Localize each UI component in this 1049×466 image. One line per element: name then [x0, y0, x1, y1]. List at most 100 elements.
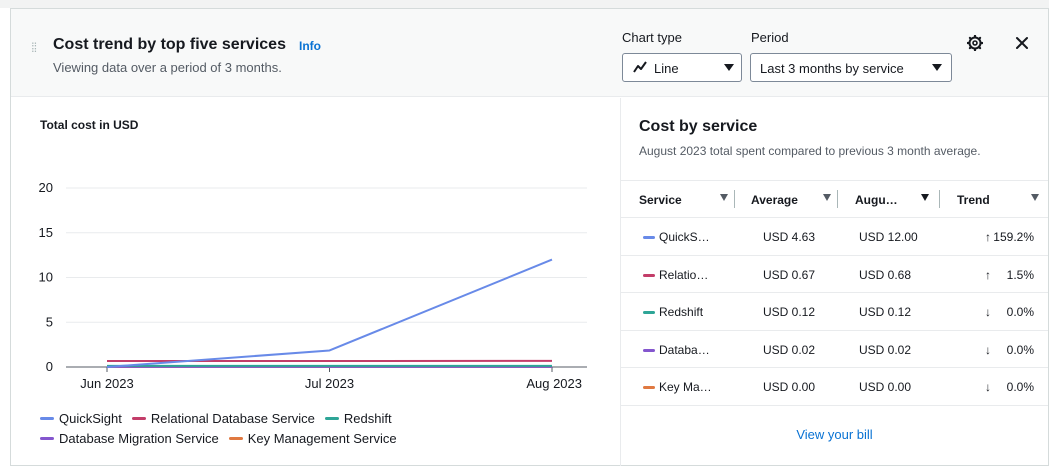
cell-august: USD 0.02	[859, 342, 912, 357]
legend-label: Key Management Service	[247, 431, 397, 446]
sort-descending-icon[interactable]	[921, 194, 929, 201]
view-bill-link[interactable]: View your bill	[621, 427, 1048, 442]
column-header-trend[interactable]: Trend	[957, 193, 990, 207]
legend-label: Relational Database Service	[150, 411, 315, 426]
x-tick-label: Aug 2023	[526, 376, 582, 391]
x-tick-label: Jun 2023	[80, 376, 134, 391]
info-link[interactable]: Info	[299, 39, 321, 53]
cell-service: Key Ma…	[659, 380, 712, 394]
cost-table: Service Average Augu… Trend QuickS… USD 4…	[621, 180, 1048, 406]
legend-swatch	[40, 437, 54, 440]
period-label: Period	[751, 30, 789, 45]
trend-arrow-icon: ↓	[985, 342, 991, 357]
legend-item[interactable]: Relational Database Service	[131, 411, 315, 426]
legend-item[interactable]: QuickSight	[40, 411, 122, 426]
column-header-average[interactable]: Average	[751, 193, 798, 207]
chart-area: Total cost in USD 0 5 10 15 20 Jun 2023 Jul 20…	[11, 98, 620, 466]
legend-item[interactable]: Key Management Service	[228, 431, 397, 446]
chevron-down-icon	[932, 64, 942, 71]
column-header-august[interactable]: Augu…	[855, 193, 898, 207]
sort-icon[interactable]	[720, 194, 728, 201]
column-separator[interactable]	[837, 190, 838, 208]
trend-arrow-icon: ↓	[985, 305, 991, 319]
cell-service: QuickS…	[659, 230, 710, 244]
service-color-swatch	[643, 348, 655, 352]
legend-swatch	[40, 417, 54, 420]
cell-average: USD 0.67	[763, 267, 816, 282]
sort-icon[interactable]	[823, 194, 831, 201]
table-header: Service Average Augu… Trend	[621, 180, 1048, 218]
service-color-swatch	[643, 311, 655, 314]
service-color-swatch	[643, 236, 655, 239]
legend-label: QuickSight	[59, 411, 122, 426]
close-icon[interactable]	[1014, 35, 1030, 51]
cell-trend: 1.5%	[1006, 267, 1034, 282]
cell-average: USD 0.12	[763, 305, 816, 319]
column-header-service[interactable]: Service	[639, 193, 682, 207]
gear-icon[interactable]	[967, 35, 983, 51]
trend-arrow-icon: ↑	[985, 267, 991, 282]
legend-swatch	[324, 417, 339, 420]
cell-trend: 159.2%	[993, 230, 1034, 244]
widget-header: ⁞⁞ Cost trend by top five services Info …	[11, 9, 1048, 97]
y-tick-label: 15	[39, 225, 53, 240]
cell-august: USD 0.68	[859, 267, 912, 282]
column-separator[interactable]	[939, 190, 940, 208]
series-line-quicksight	[106, 258, 553, 368]
table-row: QuickS… USD 4.63 USD 12.00 ↑ 159.2%	[621, 218, 1048, 256]
cell-august: USD 12.00	[859, 230, 918, 244]
widget-subtitle: Viewing data over a period of 3 months.	[53, 60, 282, 75]
line-chart: 0 5 10 15 20 Jun 2023 Jul 2023 Aug 2023	[39, 180, 587, 391]
cost-by-service-panel: Cost by service August 2023 total spent …	[621, 98, 1048, 466]
x-tick-label: Jul 2023	[305, 376, 354, 391]
cell-service: Databa…	[659, 342, 710, 357]
period-value: Last 3 months by service	[760, 61, 904, 76]
line-chart-icon	[633, 61, 647, 73]
y-tick-label: 5	[46, 314, 53, 329]
chevron-down-icon	[724, 64, 734, 71]
cell-service: Redshift	[659, 305, 704, 319]
sort-icon[interactable]	[1031, 194, 1039, 201]
cell-august: USD 0.12	[859, 305, 912, 319]
page: ⁞⁞ Cost trend by top five services Info …	[0, 0, 1049, 466]
cell-service: Relatio…	[659, 267, 709, 282]
y-tick-label: 10	[39, 270, 53, 285]
table-row: Redshift USD 0.12 USD 0.12 ↓ 0.0%	[621, 293, 1048, 331]
widget-card: ⁞⁞ Cost trend by top five services Info …	[10, 8, 1049, 466]
legend-label: Database Migration Service	[59, 431, 219, 446]
chart-type-select[interactable]: Line	[622, 53, 742, 82]
drag-handle-icon[interactable]: ⁞⁞	[31, 41, 41, 54]
y-tick-label: 20	[39, 180, 53, 195]
cell-trend: 0.0%	[1006, 342, 1034, 357]
table-row: Key Ma… USD 0.00 USD 0.00 ↓ 0.0%	[621, 368, 1048, 406]
legend-row: Database Migration Service Key Management…	[40, 431, 600, 446]
table-body: QuickS… USD 4.63 USD 12.00 ↑ 159.2% Relatio… U…	[621, 218, 1048, 406]
legend-swatch	[228, 437, 243, 440]
table-row: Relatio… USD 0.67 USD 0.68 ↑ 1.5%	[621, 256, 1048, 293]
service-color-swatch	[643, 386, 655, 389]
panel-subtitle: August 2023 total spent compared to prev…	[639, 144, 981, 158]
legend-swatch	[131, 417, 146, 420]
trend-arrow-icon: ↑	[985, 230, 991, 244]
chart-type-label: Chart type	[622, 30, 682, 45]
period-select[interactable]: Last 3 months by service	[750, 53, 952, 82]
column-separator[interactable]	[734, 190, 735, 208]
legend-item[interactable]: Redshift	[324, 411, 392, 426]
cell-august: USD 0.00	[859, 380, 912, 394]
legend-item[interactable]: Database Migration Service	[40, 431, 219, 446]
service-color-swatch	[643, 273, 655, 277]
panel-title: Cost by service	[639, 118, 758, 135]
legend-row: QuickSight Relational Database Service Red…	[40, 411, 600, 426]
cell-average: USD 4.63	[763, 230, 816, 244]
cell-average: USD 0.00	[763, 380, 816, 394]
widget-title: Cost trend by top five services	[53, 36, 286, 53]
table-row: Databa… USD 0.02 USD 0.02 ↓ 0.0%	[621, 331, 1048, 368]
legend-label: Redshift	[343, 411, 392, 426]
trend-arrow-icon: ↓	[985, 380, 991, 394]
y-tick-label: 0	[46, 359, 53, 374]
cell-trend: 0.0%	[1006, 380, 1034, 394]
chart-legend: QuickSight Relational Database Service Red…	[40, 411, 600, 451]
cell-average: USD 0.02	[763, 342, 816, 357]
chart-type-value: Line	[654, 61, 679, 76]
cell-trend: 0.0%	[1006, 305, 1034, 319]
